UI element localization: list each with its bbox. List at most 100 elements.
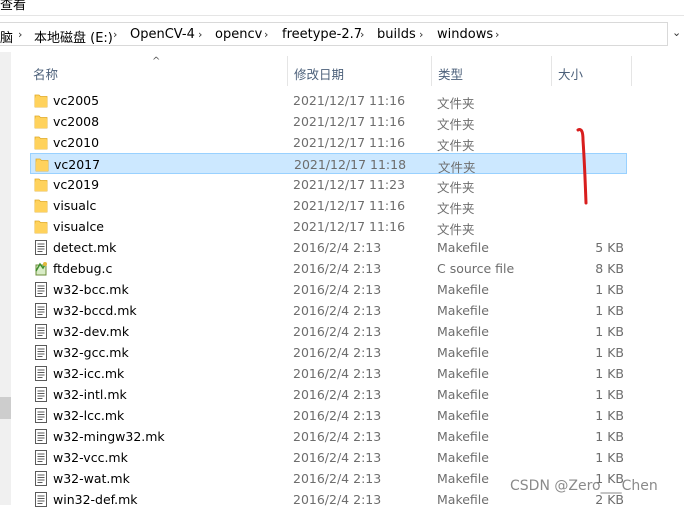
column-divider[interactable] [551,56,552,86]
file-name: ftdebug.c [53,261,113,276]
folder-icon [34,93,48,108]
file-type: Makefile [437,408,489,423]
file-date: 2016/2/4 2:13 [293,345,382,360]
makefile-icon [34,240,48,255]
c-source-icon [34,261,48,276]
file-name: w32-wat.mk [53,471,130,486]
file-row[interactable]: visualce 2021/12/17 11:16 文件夹 [30,216,627,237]
breadcrumb-separator[interactable]: › [419,28,423,41]
file-row[interactable]: detect.mk 2016/2/4 2:13 Makefile 5 KB [30,237,627,258]
file-name: w32-dev.mk [53,324,130,339]
ribbon-bar: 查看 [0,0,684,16]
makefile-icon [34,282,48,297]
file-row[interactable]: vc2017 2021/12/17 11:18 文件夹 [30,153,627,175]
file-type: Makefile [437,429,489,444]
file-name: visualce [53,219,105,234]
file-type: 文件夹 [437,138,475,153]
file-name: detect.mk [53,240,117,255]
file-name: w32-vcc.mk [53,450,128,465]
ribbon-tab-view[interactable]: 查看 [0,0,26,13]
file-date: 2021/12/17 11:18 [294,157,407,172]
file-name: w32-lcc.mk [53,408,125,423]
file-type: Makefile [437,450,489,465]
column-header-size[interactable]: 大小 [558,64,583,83]
breadcrumb-separator[interactable]: › [198,28,202,41]
file-row[interactable]: w32-gcc.mk 2016/2/4 2:13 Makefile 1 KB [30,342,627,363]
file-row[interactable]: w32-dev.mk 2016/2/4 2:13 Makefile 1 KB [30,321,627,342]
file-row[interactable]: vc2019 2021/12/17 11:23 文件夹 [30,174,627,195]
file-name: w32-bccd.mk [53,303,137,318]
breadcrumb-builds[interactable]: builds [377,27,416,42]
makefile-icon [34,450,48,465]
file-name: visualc [53,198,97,213]
breadcrumb-windows[interactable]: windows [437,27,493,42]
breadcrumb-separator[interactable]: › [495,28,499,41]
makefile-icon [34,324,48,339]
file-size: 1 KB [595,450,624,465]
file-date: 2021/12/17 11:16 [293,219,406,234]
navigation-pane-scrollbar[interactable] [0,52,11,505]
file-type: 文件夹 [437,180,475,195]
file-name: w32-gcc.mk [53,345,129,360]
breadcrumb-separator[interactable]: › [113,28,117,41]
file-size: 1 KB [595,282,624,297]
file-date: 2016/2/4 2:13 [293,282,382,297]
breadcrumb-drive-e[interactable]: 本地磁盘 (E:) [34,27,113,46]
csdn-watermark: CSDN @Zero___Chen [510,478,658,494]
file-row[interactable]: vc2005 2021/12/17 11:16 文件夹 [30,90,627,111]
column-divider[interactable] [287,56,288,86]
file-row[interactable]: w32-mingw32.mk 2016/2/4 2:13 Makefile 1 KB [30,426,627,447]
breadcrumb-separator[interactable]: › [264,28,268,41]
sort-ascending-icon: ^ [152,56,161,67]
column-divider[interactable] [431,56,432,86]
file-date: 2016/2/4 2:13 [293,240,382,255]
file-type: 文件夹 [437,117,475,132]
file-type: Makefile [437,366,489,381]
address-bar[interactable]: 脑 › 本地磁盘 (E:) › OpenCV-4 › opencv › free… [0,22,668,46]
scrollbar-thumb[interactable] [0,397,11,419]
makefile-icon [34,366,48,381]
file-date: 2016/2/4 2:13 [293,261,382,276]
file-row[interactable]: w32-icc.mk 2016/2/4 2:13 Makefile 1 KB [30,363,627,384]
folder-icon [34,219,48,234]
file-type: Makefile [437,240,489,255]
file-size: 1 KB [595,366,624,381]
makefile-icon [34,471,48,486]
folder-icon [34,198,48,213]
file-type: 文件夹 [437,222,475,237]
breadcrumb-opencv4[interactable]: OpenCV-4 [130,27,195,42]
file-date: 2016/2/4 2:13 [293,450,382,465]
column-header-name[interactable]: 名称 [33,64,58,83]
file-row[interactable]: w32-bcc.mk 2016/2/4 2:13 Makefile 1 KB [30,279,627,300]
file-row[interactable]: w32-vcc.mk 2016/2/4 2:13 Makefile 1 KB [30,447,627,468]
file-row[interactable]: w32-bccd.mk 2016/2/4 2:13 Makefile 1 KB [30,300,627,321]
file-row[interactable]: ftdebug.c 2016/2/4 2:13 C source file 8 KB [30,258,627,279]
file-name: vc2008 [53,114,100,129]
column-divider[interactable] [631,56,632,86]
column-header-type[interactable]: 类型 [438,64,463,83]
file-row[interactable]: vc2010 2021/12/17 11:16 文件夹 [30,132,627,153]
file-type: C source file [437,261,515,276]
makefile-icon [34,345,48,360]
column-header-row: ^ 名称 修改日期 类型 大小 [0,56,684,86]
breadcrumb-freetype[interactable]: freetype-2.7 [282,27,362,42]
breadcrumb-separator[interactable]: › [360,28,364,41]
file-row[interactable]: vc2008 2021/12/17 11:16 文件夹 [30,111,627,132]
breadcrumb-opencv[interactable]: opencv [215,27,262,42]
file-type: Makefile [437,471,489,486]
breadcrumb-separator[interactable]: › [18,28,22,41]
file-date: 2016/2/4 2:13 [293,366,382,381]
folder-icon [34,135,48,150]
file-date: 2016/2/4 2:13 [293,429,382,444]
file-size: 5 KB [595,240,624,255]
file-type: 文件夹 [437,96,475,111]
file-row[interactable]: w32-lcc.mk 2016/2/4 2:13 Makefile 1 KB [30,405,627,426]
breadcrumb-computer[interactable]: 脑 [0,27,13,46]
file-name: vc2019 [53,177,100,192]
address-dropdown-icon[interactable]: ⌄ [672,26,681,39]
file-row[interactable]: visualc 2021/12/17 11:16 文件夹 [30,195,627,216]
file-row[interactable]: w32-intl.mk 2016/2/4 2:13 Makefile 1 KB [30,384,627,405]
makefile-icon [34,408,48,423]
column-header-date[interactable]: 修改日期 [294,64,344,83]
file-size: 1 KB [595,387,624,402]
